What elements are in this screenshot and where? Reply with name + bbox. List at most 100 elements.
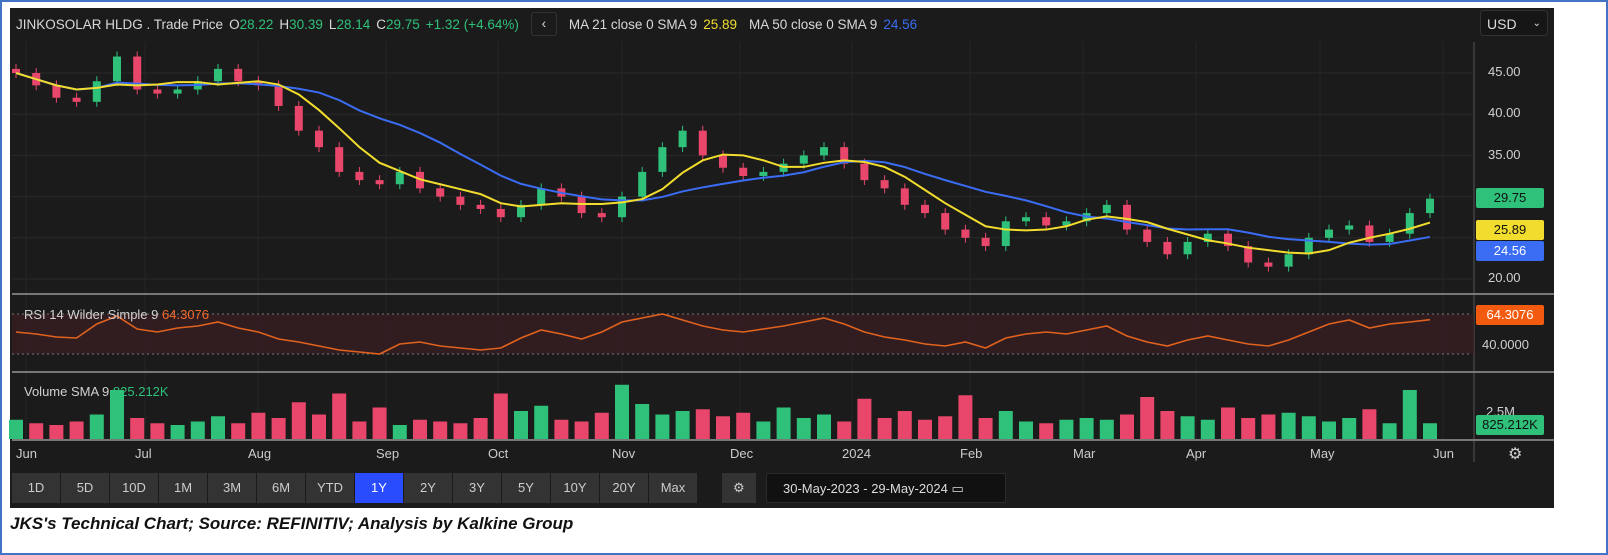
- volume-bar: [655, 414, 670, 439]
- legend-header: JINKOSOLAR HLDG . Trade Price O28.22 H30…: [16, 12, 917, 36]
- range-button-5d[interactable]: 5D: [61, 473, 109, 503]
- volume-bar: [1261, 414, 1276, 439]
- candle-body: [355, 171, 364, 181]
- candle-body: [476, 204, 485, 209]
- candle-body: [113, 56, 121, 82]
- volume-tag: 825.212K: [1476, 415, 1544, 435]
- range-button-10d[interactable]: 10D: [110, 473, 158, 503]
- volume-bar: [453, 423, 468, 439]
- candle-body: [395, 171, 404, 185]
- ma21-value: 25.89: [703, 16, 737, 32]
- volume-bar: [352, 421, 367, 439]
- range-button-max[interactable]: Max: [649, 473, 697, 503]
- volume-bar: [574, 421, 589, 439]
- range-button-20y[interactable]: 20Y: [600, 473, 648, 503]
- range-button-2y[interactable]: 2Y: [404, 473, 452, 503]
- volume-bar: [938, 416, 953, 439]
- volume-bar: [271, 418, 286, 439]
- price-tick: 20.00: [1488, 270, 1521, 285]
- chart-svg[interactable]: [2, 2, 1606, 512]
- x-axis-month: Aug: [248, 446, 272, 461]
- x-axis-month: May: [1310, 446, 1335, 461]
- currency-select[interactable]: USD ⌄: [1480, 10, 1548, 36]
- settings-icon[interactable]: ⚙: [1508, 444, 1522, 464]
- volume-bar: [49, 425, 64, 439]
- range-button-3m[interactable]: 3M: [208, 473, 256, 503]
- range-button-5y[interactable]: 5Y: [502, 473, 550, 503]
- ma21-label: MA 21 close 0 SMA 9: [568, 16, 698, 32]
- volume-bar: [69, 421, 84, 439]
- volume-bar: [1140, 397, 1155, 439]
- rsi-axis-tick: 40.0000: [1482, 337, 1529, 352]
- candle-body: [1143, 229, 1152, 242]
- volume-bar: [231, 423, 246, 439]
- candle-body: [961, 229, 970, 238]
- date-sep: -: [863, 481, 868, 496]
- volume-bar: [736, 412, 751, 439]
- volume-bar: [1039, 423, 1054, 439]
- candle-body: [597, 213, 606, 218]
- volume-bar: [1200, 419, 1215, 439]
- open-label: O: [229, 16, 240, 32]
- volume-bar: [9, 419, 23, 439]
- x-axis-month: Feb: [960, 446, 983, 461]
- volume-bar: [918, 419, 932, 439]
- candle-body: [1325, 229, 1333, 238]
- range-button-1y[interactable]: 1Y: [355, 473, 403, 503]
- candle-body: [335, 147, 344, 172]
- high-label: H: [279, 16, 290, 32]
- candle-body: [759, 171, 768, 176]
- candle-body: [315, 130, 323, 148]
- volume-bar: [1322, 421, 1336, 439]
- volume-bar: [776, 407, 791, 439]
- range-button-3y[interactable]: 3Y: [453, 473, 501, 503]
- volume-bar: [29, 423, 44, 439]
- volume-bar: [130, 418, 145, 439]
- x-axis-month: Nov: [612, 446, 636, 461]
- volume-bar: [473, 418, 488, 439]
- candle-body: [739, 167, 748, 176]
- volume-bar: [857, 398, 872, 439]
- change-value: +1.32 (+4.64%): [425, 16, 519, 32]
- range-button-6m[interactable]: 6M: [257, 473, 305, 503]
- chevron-left-icon[interactable]: ‹: [530, 12, 557, 36]
- volume-bar: [291, 402, 306, 439]
- volume-bar: [1019, 421, 1033, 439]
- price-tick: 35.00: [1488, 147, 1521, 162]
- candle-body: [1163, 241, 1172, 255]
- close-label: C: [376, 16, 386, 32]
- chevron-down-icon: ⌄: [1532, 18, 1541, 29]
- date-range-picker[interactable]: 30-May-2023 - 29-May-2024 ▭: [766, 473, 1006, 503]
- candle-body: [1022, 217, 1030, 222]
- date-to: 29-May-2024: [871, 481, 948, 496]
- x-axis-month: Oct: [488, 446, 509, 461]
- candle-body: [1042, 217, 1051, 226]
- range-button-1m[interactable]: 1M: [159, 473, 207, 503]
- range-buttons: 1D 5D 10D 1M 3M 6M YTD 1Y 2Y 3Y 5Y 10Y 20Y Max: [12, 473, 698, 503]
- candle-body: [638, 171, 647, 197]
- volume-legend: Volume SMA 9 825.212K: [24, 384, 169, 399]
- x-axis-month: Jun: [16, 446, 37, 461]
- volume-bar: [635, 404, 650, 439]
- volume-bar: [1099, 419, 1114, 439]
- volume-bar: [413, 419, 427, 439]
- volume-bar: [89, 414, 104, 439]
- range-button-10y[interactable]: 10Y: [551, 473, 599, 503]
- volume-bar: [332, 393, 347, 439]
- candle-body: [214, 68, 222, 82]
- candle-body: [294, 105, 303, 131]
- volume-bar: [170, 425, 185, 439]
- volume-bar: [372, 407, 387, 439]
- range-button-1d[interactable]: 1D: [12, 473, 60, 503]
- volume-bar: [1221, 407, 1235, 439]
- volume-bar: [695, 409, 710, 439]
- candle-body: [234, 68, 243, 82]
- range-button-ytd[interactable]: YTD: [306, 473, 354, 503]
- range-settings-icon[interactable]: ⚙: [722, 473, 756, 503]
- volume-bar: [594, 412, 609, 439]
- close-price-tag: 29.75: [1476, 188, 1544, 208]
- volume-bar: [1160, 411, 1175, 439]
- candle-body: [941, 213, 950, 230]
- volume-bar: [675, 411, 690, 439]
- calendar-icon: ▭: [951, 481, 964, 496]
